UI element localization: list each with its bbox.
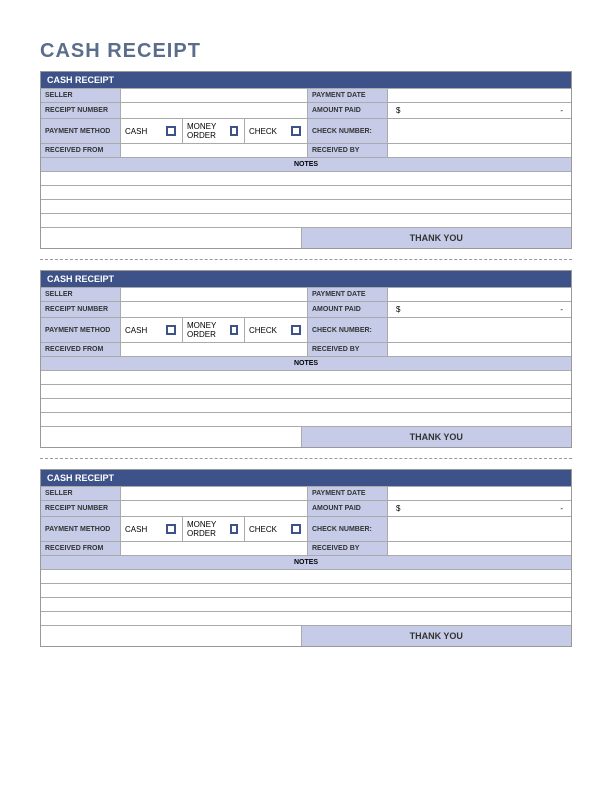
cash-label: CASH: [125, 326, 147, 335]
money-order-checkbox[interactable]: [230, 524, 238, 534]
receipt-number-value[interactable]: [121, 501, 308, 516]
check-number-label: CHECK NUMBER:: [308, 119, 388, 143]
receipt-header: CASH RECEIPT: [41, 470, 571, 486]
payment-date-value[interactable]: [388, 288, 571, 301]
cash-checkbox[interactable]: [166, 524, 176, 534]
cash-checkbox[interactable]: [166, 325, 176, 335]
notes-lines[interactable]: [41, 370, 571, 426]
thank-you: THANK YOU: [302, 626, 572, 646]
check-number-value[interactable]: [388, 119, 571, 143]
check-cell: CHECK: [245, 318, 308, 342]
received-from-value[interactable]: [121, 144, 308, 157]
received-by-value[interactable]: [388, 144, 571, 157]
money-order-checkbox[interactable]: [230, 126, 238, 136]
cash-cell: CASH: [121, 318, 183, 342]
check-cell: CHECK: [245, 517, 308, 541]
notes-label: NOTES: [41, 356, 571, 370]
bottom-left-cell: [41, 626, 302, 646]
notes-label: NOTES: [41, 555, 571, 569]
receipt-header: CASH RECEIPT: [41, 72, 571, 88]
receipt-number-value[interactable]: [121, 302, 308, 317]
payment-date-value[interactable]: [388, 89, 571, 102]
currency-symbol: $: [396, 106, 400, 115]
thank-you: THANK YOU: [302, 228, 572, 248]
thank-you: THANK YOU: [302, 427, 572, 447]
currency-symbol: $: [396, 504, 400, 513]
received-by-value[interactable]: [388, 542, 571, 555]
check-number-value[interactable]: [388, 517, 571, 541]
check-cell: CHECK: [245, 119, 308, 143]
cash-label: CASH: [125, 127, 147, 136]
received-from-value[interactable]: [121, 542, 308, 555]
seller-value[interactable]: [121, 89, 308, 102]
payment-date-label: PAYMENT DATE: [308, 288, 388, 301]
money-order-cell: MONEY ORDER: [183, 119, 245, 143]
payment-method-label: PAYMENT METHOD: [41, 517, 121, 541]
received-from-label: RECEIVED FROM: [41, 144, 121, 157]
amount-paid-label: AMOUNT PAID: [308, 501, 388, 516]
receipt-number-value[interactable]: [121, 103, 308, 118]
receipt-number-label: RECEIPT NUMBER: [41, 302, 121, 317]
check-number-label: CHECK NUMBER:: [308, 517, 388, 541]
receipt-block: CASH RECEIPT SELLER PAYMENT DATE RECEIPT…: [40, 71, 572, 249]
seller-label: SELLER: [41, 89, 121, 102]
bottom-left-cell: [41, 427, 302, 447]
receipt-header: CASH RECEIPT: [41, 271, 571, 287]
amount-dash: -: [560, 106, 563, 115]
check-number-label: CHECK NUMBER:: [308, 318, 388, 342]
divider: [40, 259, 572, 260]
page-title: CASH RECEIPT: [40, 40, 572, 63]
receipt-number-label: RECEIPT NUMBER: [41, 103, 121, 118]
receipt-block: CASH RECEIPT SELLER PAYMENT DATE RECEIPT…: [40, 469, 572, 647]
payment-date-label: PAYMENT DATE: [308, 487, 388, 500]
amount-paid-value[interactable]: $-: [388, 103, 571, 118]
amount-dash: -: [560, 305, 563, 314]
seller-value[interactable]: [121, 487, 308, 500]
check-checkbox[interactable]: [291, 524, 301, 534]
amount-paid-label: AMOUNT PAID: [308, 302, 388, 317]
payment-date-value[interactable]: [388, 487, 571, 500]
received-by-label: RECEIVED BY: [308, 144, 388, 157]
divider: [40, 458, 572, 459]
received-by-label: RECEIVED BY: [308, 343, 388, 356]
check-label: CHECK: [249, 326, 277, 335]
money-order-checkbox[interactable]: [230, 325, 238, 335]
notes-label: NOTES: [41, 157, 571, 171]
money-order-label: MONEY ORDER: [187, 520, 230, 538]
cash-cell: CASH: [121, 517, 183, 541]
money-order-label: MONEY ORDER: [187, 321, 230, 339]
check-checkbox[interactable]: [291, 126, 301, 136]
amount-paid-value[interactable]: $-: [388, 302, 571, 317]
money-order-label: MONEY ORDER: [187, 122, 230, 140]
notes-lines[interactable]: [41, 569, 571, 625]
received-from-value[interactable]: [121, 343, 308, 356]
received-from-label: RECEIVED FROM: [41, 343, 121, 356]
receipt-block: CASH RECEIPT SELLER PAYMENT DATE RECEIPT…: [40, 270, 572, 448]
received-from-label: RECEIVED FROM: [41, 542, 121, 555]
currency-symbol: $: [396, 305, 400, 314]
money-order-cell: MONEY ORDER: [183, 318, 245, 342]
receipt-number-label: RECEIPT NUMBER: [41, 501, 121, 516]
amount-paid-value[interactable]: $-: [388, 501, 571, 516]
check-label: CHECK: [249, 127, 277, 136]
money-order-cell: MONEY ORDER: [183, 517, 245, 541]
cash-cell: CASH: [121, 119, 183, 143]
amount-paid-label: AMOUNT PAID: [308, 103, 388, 118]
amount-dash: -: [560, 504, 563, 513]
payment-method-label: PAYMENT METHOD: [41, 119, 121, 143]
check-number-value[interactable]: [388, 318, 571, 342]
check-checkbox[interactable]: [291, 325, 301, 335]
check-label: CHECK: [249, 525, 277, 534]
seller-label: SELLER: [41, 288, 121, 301]
received-by-label: RECEIVED BY: [308, 542, 388, 555]
seller-value[interactable]: [121, 288, 308, 301]
received-by-value[interactable]: [388, 343, 571, 356]
notes-lines[interactable]: [41, 171, 571, 227]
cash-checkbox[interactable]: [166, 126, 176, 136]
bottom-left-cell: [41, 228, 302, 248]
cash-label: CASH: [125, 525, 147, 534]
seller-label: SELLER: [41, 487, 121, 500]
payment-method-label: PAYMENT METHOD: [41, 318, 121, 342]
payment-date-label: PAYMENT DATE: [308, 89, 388, 102]
